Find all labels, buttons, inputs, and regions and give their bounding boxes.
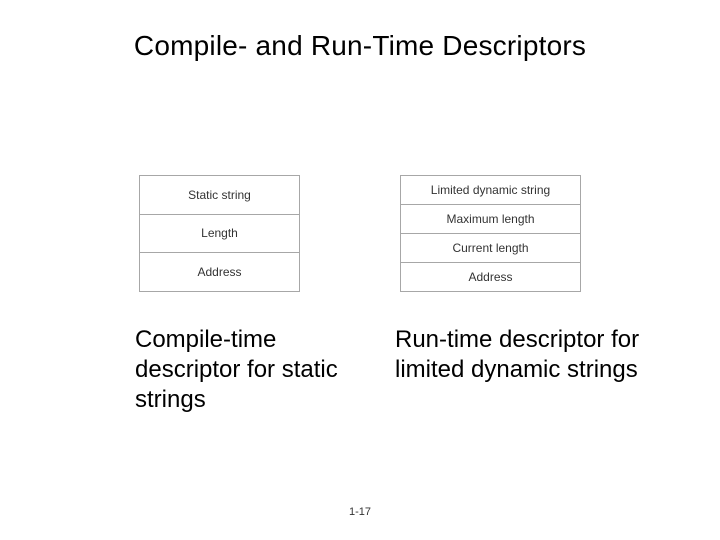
slide-title: Compile- and Run-Time Descriptors: [0, 30, 720, 62]
compile-time-descriptor-table: Static string Length Address: [139, 175, 300, 292]
table-cell: Maximum length: [401, 205, 581, 234]
figures-row: Static string Length Address Limited dyn…: [0, 175, 720, 292]
table-cell: Current length: [401, 234, 581, 263]
page-number: 1-17: [0, 506, 720, 518]
caption-right: Run-time descriptor for limited dynamic …: [395, 325, 645, 385]
caption-left: Compile-time descriptor for static strin…: [135, 325, 365, 415]
table-cell: Address: [140, 253, 300, 292]
table-cell: Static string: [140, 176, 300, 215]
table-cell: Address: [401, 263, 581, 292]
table-cell: Limited dynamic string: [401, 176, 581, 205]
table-cell: Length: [140, 214, 300, 253]
run-time-descriptor-table: Limited dynamic string Maximum length Cu…: [400, 175, 581, 292]
slide: Compile- and Run-Time Descriptors Static…: [0, 0, 720, 540]
